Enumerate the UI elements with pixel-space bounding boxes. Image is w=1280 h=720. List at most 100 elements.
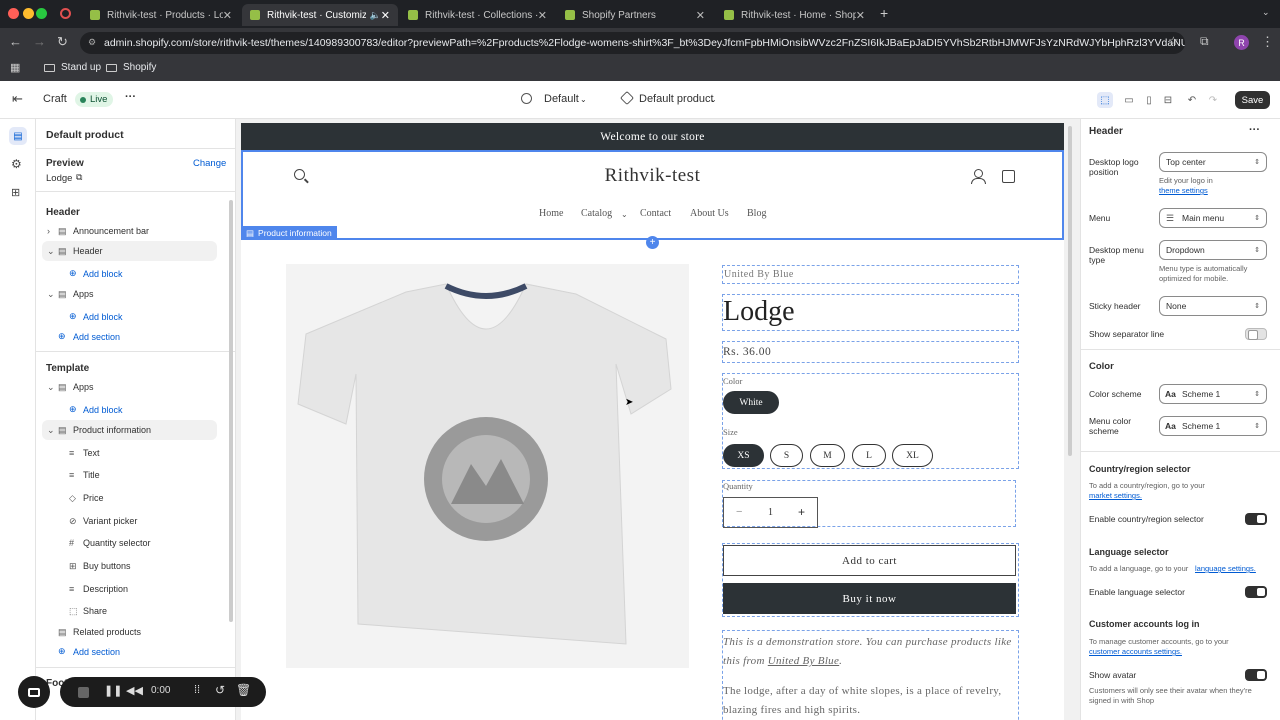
description-block[interactable]: This is a demonstration store. You can p… [722,630,1019,720]
add-section-button[interactable]: Add section [73,332,120,342]
page-selector[interactable]: Default product [639,93,714,105]
section-apps[interactable]: Apps [73,382,94,392]
undo-icon[interactable]: ↶ [1184,92,1200,108]
change-preview-link[interactable]: Change [193,158,226,169]
size-option-l[interactable]: L [852,444,886,467]
theme-settings-link[interactable]: theme settings [1159,186,1208,196]
section-announcement-bar[interactable]: Announcement bar [73,226,149,236]
section-product-information[interactable]: Product information [73,425,151,435]
block-description[interactable]: Description [83,584,128,594]
nav-catalog[interactable]: Catalog [581,208,612,219]
tab-shopify-partners[interactable]: Shopify Partners ✕ [557,4,713,26]
close-tab-icon[interactable]: ✕ [538,9,547,22]
more-actions-button[interactable]: ··· [125,91,136,103]
chevron-down-icon[interactable]: ⌄ [47,425,55,436]
nav-home[interactable]: Home [539,208,563,219]
add-block-button[interactable]: Add block [83,269,123,279]
chevron-down-icon[interactable]: ⌄ [47,382,55,393]
extensions-icon[interactable]: ⧉ [1200,34,1209,49]
more-options-icon[interactable]: ··· [1249,125,1260,136]
size-option-xs[interactable]: XS [723,444,764,467]
preview-product-link[interactable]: Lodge [46,173,72,184]
fullscreen-view-icon[interactable]: ⊟ [1160,92,1176,108]
variant-picker-block[interactable]: Color White Size XS S M L XL [722,373,1019,469]
desktop-view-icon[interactable]: ▭ [1121,92,1137,108]
vendor-link[interactable]: United By Blue [768,655,839,667]
preview-scrollbar[interactable] [1068,126,1072,456]
block-text[interactable]: Text [83,448,100,458]
quantity-block[interactable]: Quantity − 1 + [722,480,1016,528]
bookmark-stand-up[interactable]: Stand up [44,62,101,73]
browser-menu-icon[interactable]: ⋮ [1261,34,1274,50]
color-option-white[interactable]: White [723,391,779,414]
product-image[interactable] [286,264,689,668]
close-tab-icon[interactable]: ✕ [381,9,390,22]
size-option-s[interactable]: S [770,444,803,467]
block-share[interactable]: Share [83,606,107,616]
store-header[interactable]: Rithvik-test Home Catalog ⌄ Contact Abou… [241,150,1064,240]
block-buy-buttons[interactable]: Buy buttons [83,561,131,571]
store-logo[interactable]: Rithvik-test [243,165,1062,187]
tab-products[interactable]: Rithvik-test · Products · Lodg ✕ [82,4,240,26]
section-related-products[interactable]: Related products [73,627,141,637]
tab-search-icon[interactable]: ⌄ [1262,7,1270,18]
rewind-icon[interactable]: ◀◀ [126,684,143,697]
save-button[interactable]: Save [1235,91,1270,109]
nav-about-us[interactable]: About Us [690,208,729,219]
restart-icon[interactable]: ↺ [215,683,225,697]
chevron-down-icon[interactable]: ⌄ [47,246,55,257]
close-tab-icon[interactable]: ✕ [856,9,865,22]
separator-line-toggle[interactable] [1245,328,1267,340]
app-embeds-icon[interactable]: ⊞ [11,186,20,199]
market-settings-link[interactable]: market settings. [1089,491,1142,501]
add-to-cart-button[interactable]: Add to cart [723,545,1016,576]
menu-select[interactable]: ☰ Main menu ⇕ [1159,208,1267,228]
minimize-window-button[interactable] [23,8,34,19]
forward-icon[interactable]: → [33,34,46,49]
apps-grid-icon[interactable]: ▦ [10,61,20,74]
logo-position-select[interactable]: Top center ⇕ [1159,152,1267,172]
mobile-view-icon[interactable]: ▯ [1141,92,1157,108]
add-block-button[interactable]: Add block [83,312,123,322]
block-title[interactable]: Title [83,470,100,480]
stop-icon[interactable] [78,687,89,698]
tab-home[interactable]: Rithvik-test · Home · Shopify ✕ [716,4,873,26]
title-block[interactable]: Lodge [722,294,1019,331]
maximize-window-button[interactable] [36,8,47,19]
minus-icon[interactable]: − [736,506,742,518]
account-icon[interactable] [974,169,983,178]
color-scheme-select[interactable]: Aa Scheme 1 ⇕ [1159,384,1267,404]
plus-icon[interactable]: + [798,505,805,519]
section-header[interactable]: Header [73,246,103,256]
bookmark-star-icon[interactable]: ☆ [1168,34,1179,48]
close-tab-icon[interactable]: ✕ [696,9,705,22]
show-avatar-toggle[interactable] [1245,669,1267,681]
block-price[interactable]: Price [83,493,104,503]
size-option-m[interactable]: M [810,444,845,467]
camera-button[interactable] [18,676,50,708]
chevron-right-icon[interactable]: › [47,226,50,236]
block-variant-picker[interactable]: Variant picker [83,516,137,526]
speaker-icon[interactable]: 🔈 [370,10,381,21]
site-info-icon[interactable]: ⚙ [88,37,96,48]
announcement-bar[interactable]: Welcome to our store [241,123,1064,150]
language-settings-link[interactable]: language settings. [1195,564,1256,574]
reload-icon[interactable]: ↻ [57,34,68,50]
menu-color-scheme-select[interactable]: Aa Scheme 1 ⇕ [1159,416,1267,436]
desktop-menu-type-select[interactable]: Dropdown ⇕ [1159,240,1267,260]
add-section-button[interactable]: Add section [73,647,120,657]
sections-icon[interactable]: ▤ [9,127,27,145]
section-apps[interactable]: Apps [73,289,94,299]
pause-icon[interactable]: ❚❚ [104,684,122,697]
customer-accounts-settings-link[interactable]: customer accounts settings. [1089,647,1182,657]
bookmark-shopify[interactable]: Shopify [106,62,156,73]
language-selector-toggle[interactable] [1245,586,1267,598]
price-block[interactable]: Rs. 36.00 [722,341,1019,363]
chevron-down-icon[interactable]: ⌄ [47,289,55,300]
close-window-button[interactable] [8,8,19,19]
sticky-header-select[interactable]: None ⇕ [1159,296,1267,316]
block-quantity-selector[interactable]: Quantity selector [83,538,151,548]
inspector-icon[interactable]: ⬚ [1097,92,1113,108]
buy-buttons-block[interactable]: Add to cart Buy it now [722,543,1019,617]
nav-contact[interactable]: Contact [640,208,671,219]
